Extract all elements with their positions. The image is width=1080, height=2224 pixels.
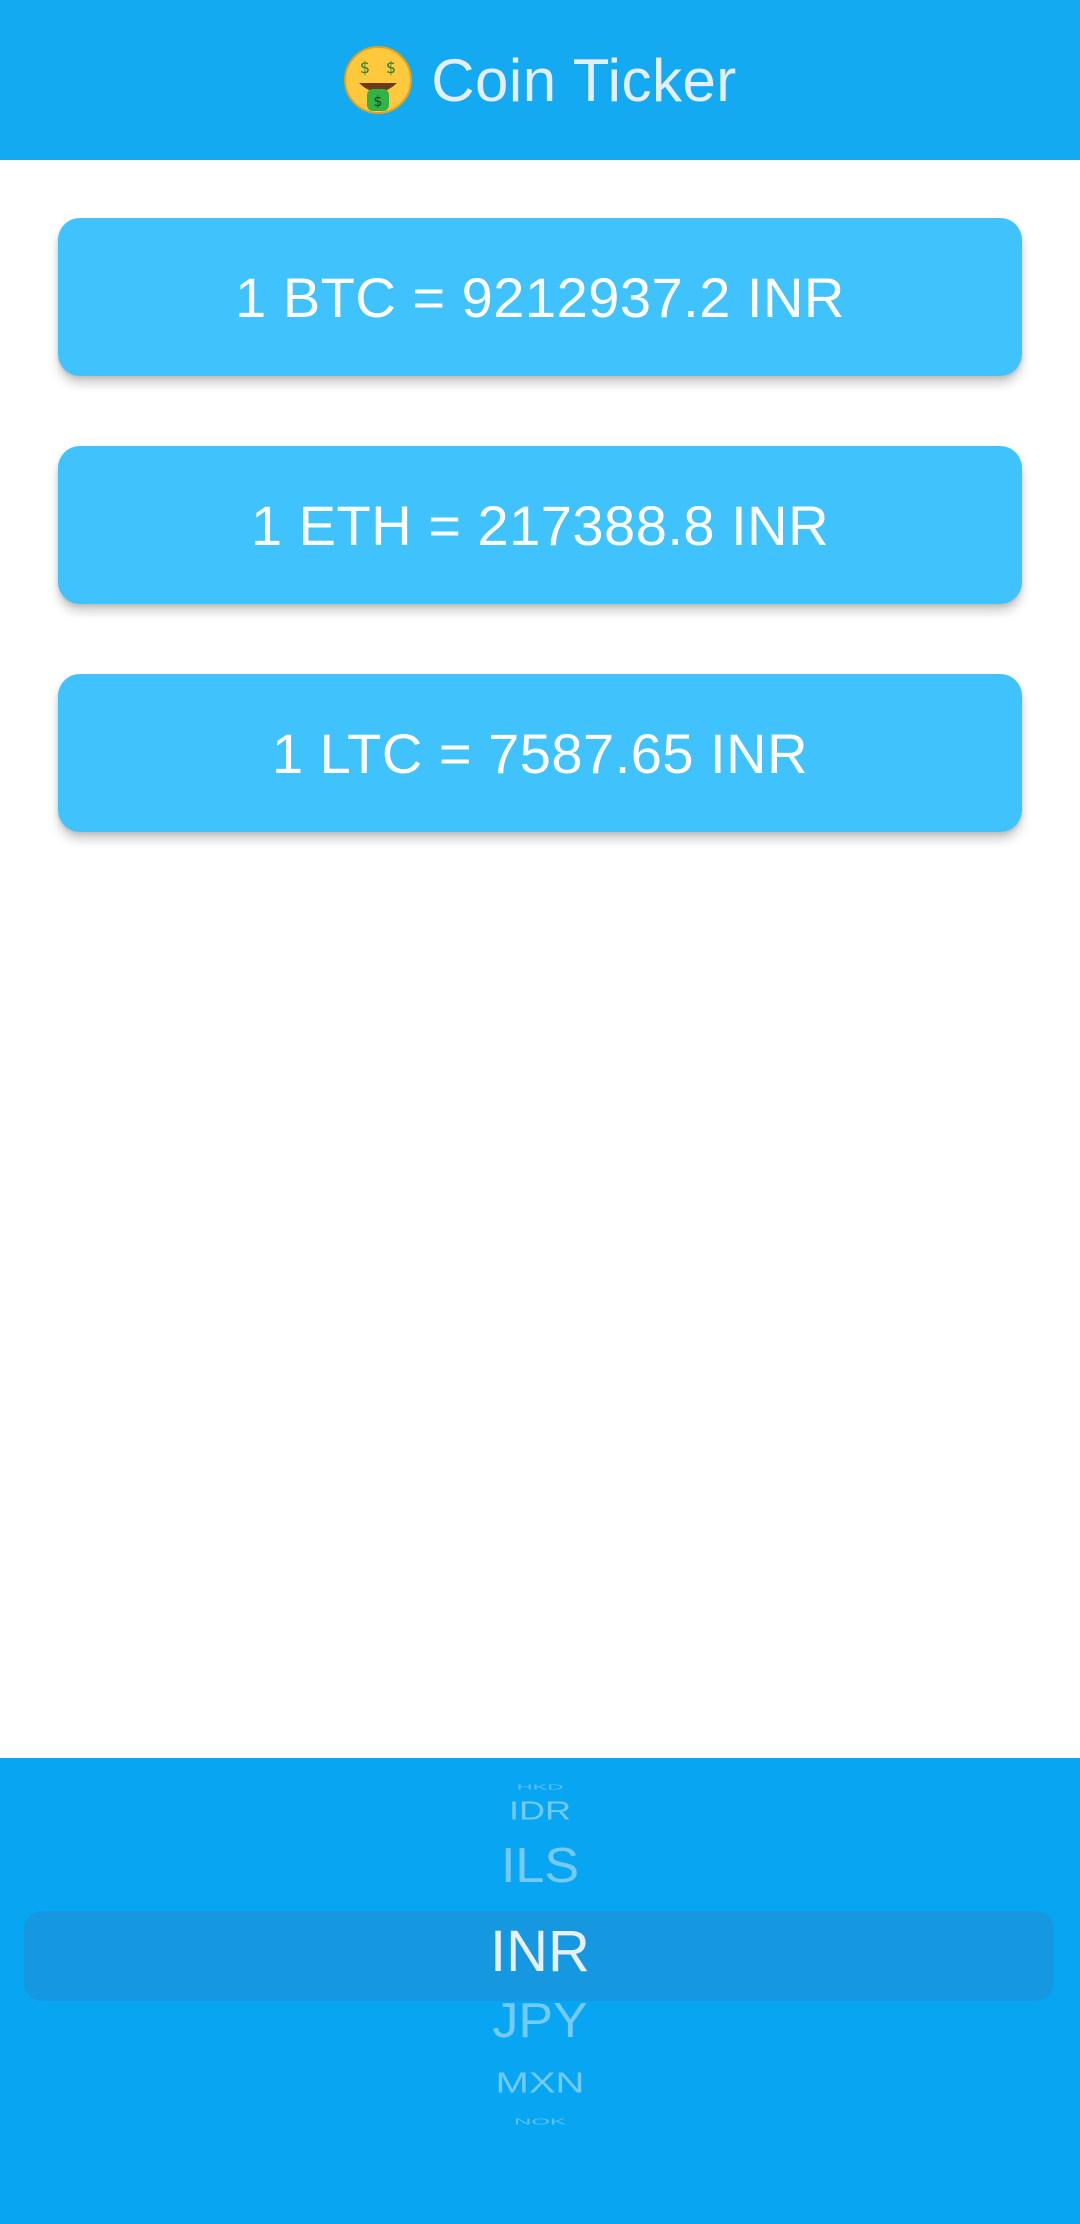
btc-rate-card[interactable]: 1 BTC = 9212937.2 INR: [58, 218, 1022, 376]
picker-item-hkd[interactable]: HKD: [0, 1783, 1080, 1791]
app-bar-title-wrap: $ $ $ Coin Ticker: [343, 45, 737, 115]
app-bar: $ $ $ Coin Ticker: [0, 0, 1080, 160]
btc-rate-text: 1 BTC = 9212937.2 INR: [235, 265, 845, 329]
svg-text:$: $: [386, 58, 396, 77]
picker-item-mxn[interactable]: MXN: [0, 2069, 1080, 2098]
eth-rate-card[interactable]: 1 ETH = 217388.8 INR: [58, 446, 1022, 604]
svg-text:$: $: [360, 58, 370, 77]
picker-item-ils[interactable]: ILS: [0, 1838, 1080, 1895]
currency-picker[interactable]: HKD IDR ILS INR JPY MXN NOK: [0, 1758, 1080, 2224]
money-mouth-face-icon: $ $ $: [343, 45, 413, 115]
svg-text:$: $: [374, 94, 383, 110]
picker-item-idr[interactable]: IDR: [0, 1796, 1080, 1826]
picker-item-inr-selected[interactable]: INR: [0, 1913, 1080, 1991]
picker-item-nok[interactable]: NOK: [0, 2118, 1080, 2126]
app-root: $ $ $ Coin Ticker 1 BTC = 9212937.2 INR …: [0, 0, 1080, 2224]
ltc-rate-card[interactable]: 1 LTC = 7587.65 INR: [58, 674, 1022, 832]
eth-rate-text: 1 ETH = 217388.8 INR: [250, 493, 830, 557]
rate-cards: 1 BTC = 9212937.2 INR 1 ETH = 217388.8 I…: [58, 218, 1022, 902]
picker-item-jpy[interactable]: JPY: [0, 1993, 1080, 2050]
app-title: Coin Ticker: [431, 46, 737, 114]
ltc-rate-text: 1 LTC = 7587.65 INR: [271, 721, 809, 785]
